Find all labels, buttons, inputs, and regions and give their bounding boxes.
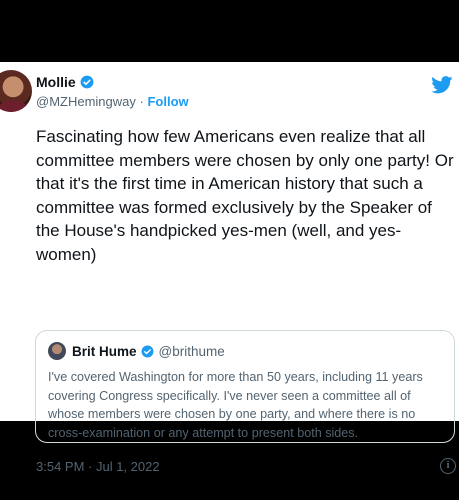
verified-badge-icon <box>80 75 94 89</box>
author-name[interactable]: Mollie <box>36 74 76 90</box>
quoted-author-handle: @brithume <box>158 343 225 359</box>
quoted-author-avatar <box>48 342 66 360</box>
twitter-bird-icon[interactable] <box>431 76 453 94</box>
author-name-row: Mollie <box>36 74 94 90</box>
author-handle-row: @MZHemingway · Follow <box>36 94 189 109</box>
author-avatar[interactable] <box>0 70 32 112</box>
quoted-author-name: Brit Hume <box>72 343 137 359</box>
tweet-card: Mollie @MZHemingway · Follow Fascinating… <box>0 62 459 474</box>
quoted-tweet-text: I've covered Washington for more than 50… <box>48 370 423 440</box>
author-handle[interactable]: @MZHemingway <box>36 94 136 109</box>
info-icon[interactable]: i <box>440 458 456 474</box>
follow-button[interactable]: Follow <box>147 94 188 109</box>
quoted-tweet[interactable]: Brit Hume @brithume I've covered Washing… <box>35 330 455 443</box>
tweet-timestamp[interactable]: 3:54 PM · Jul 1, 2022 <box>36 459 160 474</box>
quoted-verified-badge-icon <box>141 345 153 357</box>
separator-dot: · <box>139 94 144 109</box>
quoted-tweet-header: Brit Hume @brithume <box>48 342 225 360</box>
tweet-text: Fascinating how few Americans even reali… <box>36 127 454 264</box>
